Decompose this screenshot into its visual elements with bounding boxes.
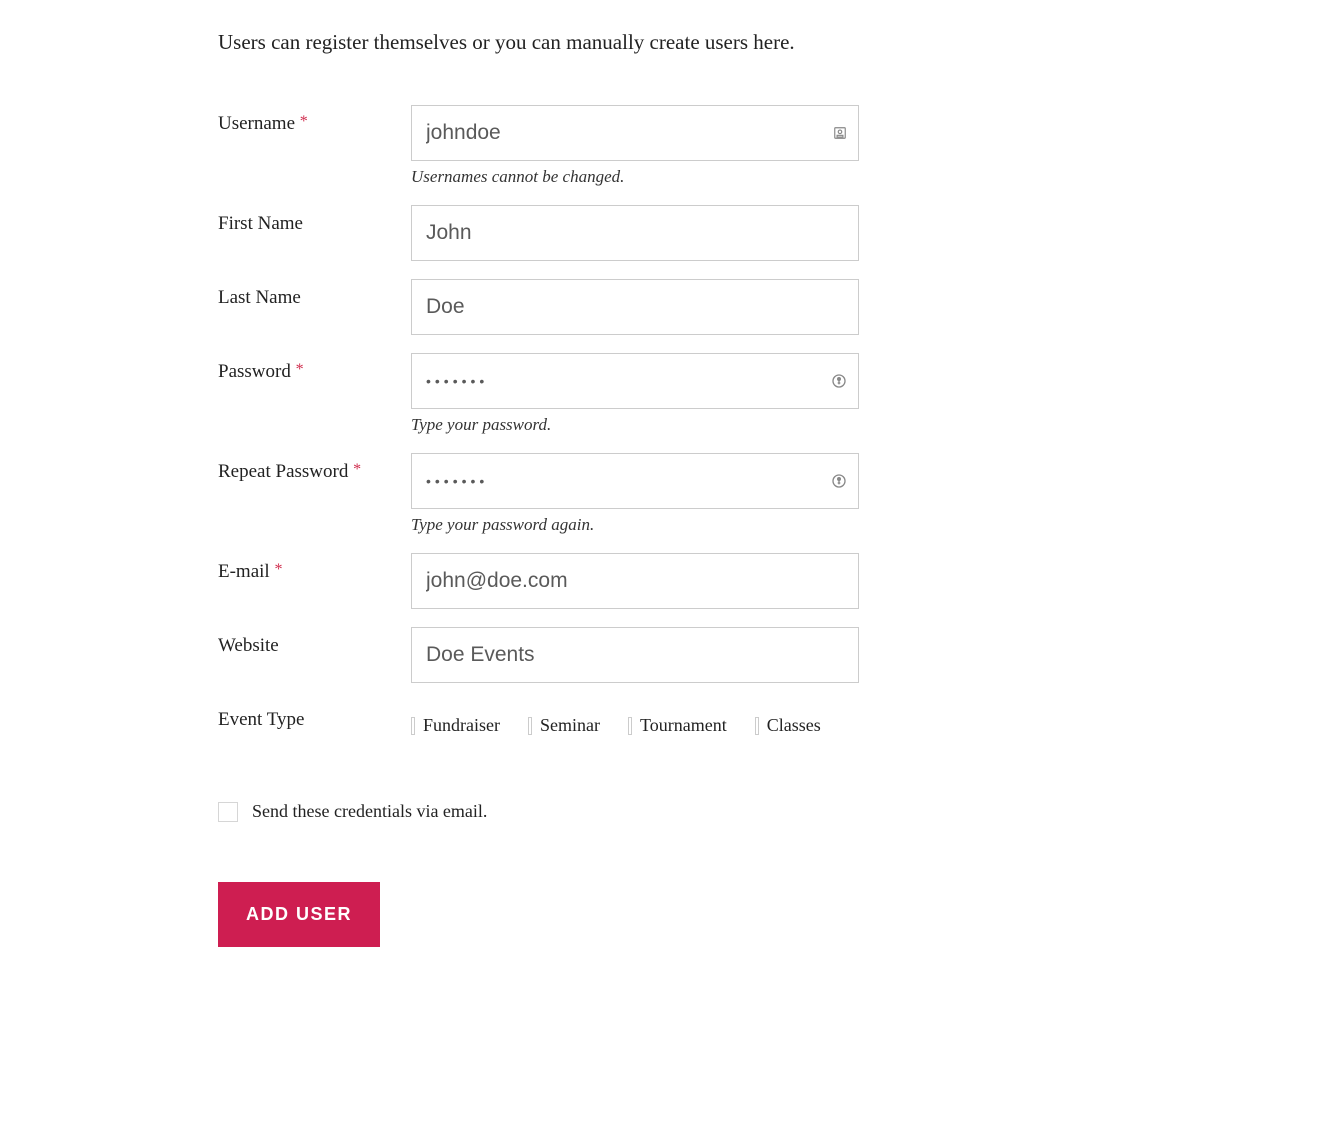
label-last-name: Last Name <box>218 279 411 309</box>
row-first-name: First Name <box>218 205 1118 261</box>
send-credentials-label: Send these credentials via email. <box>252 801 487 822</box>
event-type-option[interactable]: Fundraiser <box>411 715 500 736</box>
first-name-input[interactable] <box>411 205 859 261</box>
repeat-password-input[interactable] <box>411 453 859 509</box>
label-website: Website <box>218 627 411 657</box>
hint-username: Usernames cannot be changed. <box>411 167 859 187</box>
password-input[interactable] <box>411 353 859 409</box>
key-icon <box>831 373 847 389</box>
label-username-text: Username <box>218 113 295 134</box>
key-icon <box>831 473 847 489</box>
label-password: Password * <box>218 353 411 383</box>
event-type-label: Classes <box>767 715 821 736</box>
row-last-name: Last Name <box>218 279 1118 335</box>
send-credentials-checkbox[interactable] <box>218 802 238 822</box>
row-website: Website <box>218 627 1118 683</box>
hint-repeat-password: Type your password again. <box>411 515 859 535</box>
event-type-option[interactable]: Tournament <box>628 715 727 736</box>
required-marker: * <box>300 113 308 130</box>
row-send-credentials: Send these credentials via email. <box>218 801 1118 822</box>
row-event-type: Event Type Fundraiser Seminar Tournament <box>218 701 1118 736</box>
event-type-label: Fundraiser <box>423 715 500 736</box>
label-password-text: Password <box>218 361 291 382</box>
row-username: Username * Usernames cannot be changed. <box>218 105 1118 187</box>
row-email: E-mail * <box>218 553 1118 609</box>
event-type-option[interactable]: Seminar <box>528 715 600 736</box>
event-type-label: Seminar <box>540 715 600 736</box>
add-user-button[interactable]: ADD USER <box>218 882 380 947</box>
last-name-input[interactable] <box>411 279 859 335</box>
checkbox-icon <box>628 717 632 735</box>
label-username: Username * <box>218 105 411 135</box>
event-type-label: Tournament <box>640 715 727 736</box>
row-repeat-password: Repeat Password * Type your password aga… <box>218 453 1118 535</box>
required-marker: * <box>353 461 361 478</box>
checkbox-icon <box>411 717 415 735</box>
email-input[interactable] <box>411 553 859 609</box>
label-event-type: Event Type <box>218 701 411 731</box>
row-password: Password * Type your password. <box>218 353 1118 435</box>
website-input[interactable] <box>411 627 859 683</box>
intro-text: Users can register themselves or you can… <box>218 30 1118 55</box>
required-marker: * <box>296 361 304 378</box>
event-type-option[interactable]: Classes <box>755 715 821 736</box>
checkbox-icon <box>528 717 532 735</box>
contact-card-icon <box>833 126 847 140</box>
label-first-name: First Name <box>218 205 411 235</box>
label-repeat-password-text: Repeat Password <box>218 461 348 482</box>
required-marker: * <box>274 561 282 578</box>
label-email: E-mail * <box>218 553 411 583</box>
hint-password: Type your password. <box>411 415 859 435</box>
label-repeat-password: Repeat Password * <box>218 453 411 483</box>
checkbox-icon <box>755 717 759 735</box>
username-input[interactable] <box>411 105 859 161</box>
event-type-options: Fundraiser Seminar Tournament Classes <box>411 701 859 736</box>
label-email-text: E-mail <box>218 561 270 582</box>
